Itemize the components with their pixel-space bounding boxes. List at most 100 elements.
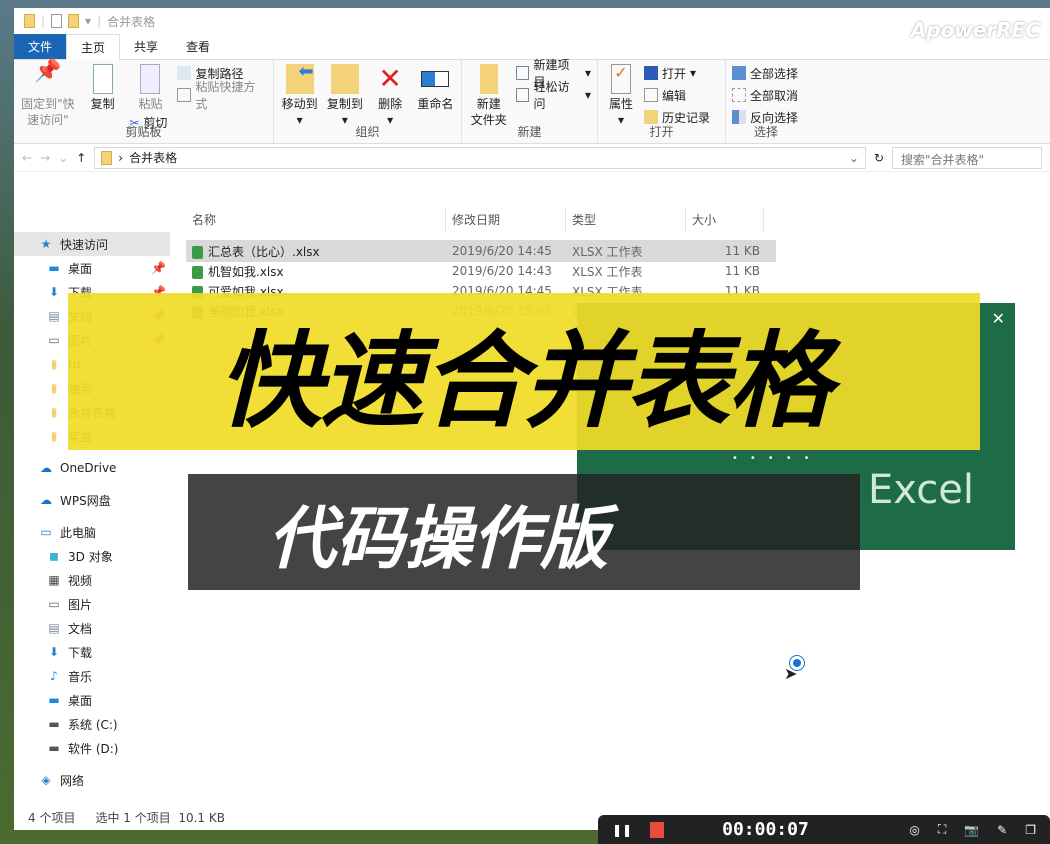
video-icon: ▦ bbox=[48, 573, 60, 587]
select-group-label: 选择 bbox=[753, 125, 778, 139]
pin-icon: 📌 bbox=[34, 59, 62, 84]
sidebar-item[interactable]: ★ 快速访问 bbox=[14, 232, 170, 256]
clipboard-group-label: 剪贴板 bbox=[125, 125, 162, 139]
address-bar[interactable]: › 合并表格 ⌄ bbox=[94, 146, 866, 169]
file-row[interactable]: 汇总表（比心）.xlsx 2019/6/20 14:45 XLSX 工作表 11 KB bbox=[186, 240, 776, 262]
quick-access-dropdown-icon[interactable]: ▾ bbox=[85, 14, 91, 28]
window-icon[interactable]: ❐ bbox=[1025, 823, 1036, 837]
close-icon[interactable]: ✕ bbox=[992, 309, 1005, 328]
open-button[interactable]: 打开 ▾ bbox=[644, 64, 710, 82]
easy-access-button[interactable]: 轻松访问 ▾ bbox=[515, 80, 591, 111]
window-title: 合并表格 bbox=[107, 14, 156, 29]
new-folder-icon[interactable] bbox=[68, 14, 80, 28]
sidebar-item[interactable]: ◼ 3D 对象 bbox=[14, 544, 170, 568]
sidebar-item-label: 快速访问 bbox=[60, 237, 109, 252]
address-bar-row: ← → ⌄ ↑ › 合并表格 ⌄ ↻ 搜索"合并表格" bbox=[14, 144, 1050, 172]
address-path: 合并表格 bbox=[129, 151, 178, 165]
sidebar-item[interactable]: ▭ 此电脑 bbox=[14, 520, 170, 544]
tab-file[interactable]: 文件 bbox=[14, 34, 67, 59]
sidebar-item-label: 此电脑 bbox=[60, 525, 97, 540]
sidebar-item[interactable]: ▦ 视频 bbox=[14, 568, 170, 592]
sidebar-item-label: 软件 (D:) bbox=[68, 741, 119, 756]
sidebar-item[interactable]: ◈ 网络 bbox=[14, 768, 170, 792]
file-row[interactable]: 机智如我.xlsx 2019/6/20 14:43 XLSX 工作表 11 KB bbox=[186, 260, 776, 282]
fullscreen-icon[interactable]: ⛶ bbox=[938, 822, 946, 837]
download-icon: ⬇ bbox=[48, 645, 60, 659]
folder-icon: ▮ bbox=[50, 381, 58, 395]
sidebar-item[interactable]: ▭ 图片 bbox=[14, 592, 170, 616]
recent-dropdown-icon[interactable]: ⌄ bbox=[58, 151, 68, 165]
sidebar-item-label: 3D 对象 bbox=[68, 549, 113, 564]
sidebar-item[interactable]: ⬇ 下载 bbox=[14, 640, 170, 664]
up-icon[interactable]: ↑ bbox=[76, 151, 86, 165]
sidebar-item-label: 桌面 bbox=[68, 693, 93, 708]
sidebar-item[interactable]: ♪ 音乐 bbox=[14, 664, 170, 688]
stop-icon[interactable] bbox=[650, 821, 665, 838]
star-icon: ★ bbox=[40, 237, 52, 251]
column-size[interactable]: 大小 bbox=[686, 208, 764, 232]
paste-shortcut-button[interactable]: 粘贴快捷方式 bbox=[177, 80, 267, 111]
properties-icon[interactable] bbox=[51, 14, 63, 28]
folder-icon: ▮ bbox=[50, 357, 58, 371]
folder-icon: ▮ bbox=[50, 405, 58, 419]
column-type[interactable]: 类型 bbox=[566, 208, 686, 232]
sidebar-item[interactable]: ☁ WPS网盘 bbox=[14, 488, 170, 512]
cube-icon: ◼ bbox=[49, 549, 59, 563]
search-input[interactable]: 搜索"合并表格" bbox=[892, 146, 1042, 169]
sidebar-item[interactable]: ▬ 桌面 📌 bbox=[14, 256, 170, 280]
music-icon: ♪ bbox=[50, 669, 58, 683]
sidebar-item[interactable]: ▬ 系统 (C:) bbox=[14, 712, 170, 736]
document-icon: ▤ bbox=[48, 309, 60, 323]
edit-button[interactable]: 编辑 bbox=[644, 86, 710, 104]
screenshot-icon[interactable]: 📷 bbox=[964, 823, 979, 837]
computer-icon: ▭ bbox=[40, 525, 52, 539]
pause-icon[interactable]: ❚❚ bbox=[612, 823, 632, 837]
forward-icon[interactable]: → bbox=[40, 151, 50, 165]
column-headers: 名称 修改日期 类型 大小 bbox=[186, 208, 764, 232]
status-bar: 4 个项目 选中 1 个项目 10.1 KB bbox=[28, 809, 225, 826]
file-date: 2019/6/20 14:45 bbox=[452, 244, 552, 258]
properties-icon: ✓ bbox=[611, 64, 631, 94]
item-count: 4 个项目 bbox=[28, 811, 76, 825]
sidebar-item-label: 系统 (C:) bbox=[68, 717, 118, 732]
open-group-label: 打开 bbox=[649, 125, 674, 139]
copy-to-icon bbox=[330, 64, 359, 94]
clipboard-group: 📌 固定到"快速访问" 复制 粘贴 ✂ 剪切 复制路径 粘贴快捷方式 剪贴板 bbox=[14, 60, 274, 143]
move-to-icon: ⬅ bbox=[285, 63, 314, 94]
tab-view[interactable]: 查看 bbox=[172, 34, 224, 59]
picture-icon: ▭ bbox=[48, 333, 60, 347]
title-bar: | ▾ | 合并表格 bbox=[14, 8, 1050, 34]
annotate-pen-icon[interactable]: ✎ bbox=[997, 823, 1007, 837]
copy-icon bbox=[92, 64, 113, 94]
document-icon: ▤ bbox=[48, 621, 60, 635]
organize-group-label: 组织 bbox=[355, 125, 380, 139]
select-all-button[interactable]: 全部选择 bbox=[732, 64, 798, 82]
webcam-icon[interactable]: ◎ bbox=[909, 823, 919, 837]
sidebar-item-label: 文档 bbox=[68, 621, 93, 636]
drive-icon: ▬ bbox=[48, 717, 60, 731]
paste-button[interactable]: 粘贴 bbox=[129, 64, 171, 112]
refresh-icon[interactable]: ↻ bbox=[874, 151, 884, 165]
splash-text: Excel bbox=[868, 467, 974, 513]
column-date[interactable]: 修改日期 bbox=[446, 208, 566, 232]
sidebar-item[interactable]: ▬ 软件 (D:) bbox=[14, 736, 170, 760]
sidebar-item[interactable]: ▤ 文档 bbox=[14, 616, 170, 640]
select-none-button[interactable]: 全部取消 bbox=[732, 86, 798, 104]
sidebar-item[interactable]: ▬ 桌面 bbox=[14, 688, 170, 712]
back-icon[interactable]: ← bbox=[22, 151, 32, 165]
sidebar-item[interactable]: ☁ OneDrive bbox=[14, 456, 170, 480]
cloud-icon: ☁ bbox=[40, 493, 52, 507]
new-group: 新建 文件夹 新建项目 ▾ 轻松访问 ▾ 新建 bbox=[462, 58, 598, 143]
network-icon: ◈ bbox=[41, 773, 51, 787]
sidebar-item-label: 桌面 bbox=[68, 261, 93, 276]
subtitle-banner: 代码操作版 bbox=[188, 474, 860, 590]
chevron-down-icon[interactable]: ⌄ bbox=[849, 151, 859, 165]
column-name[interactable]: 名称 bbox=[186, 208, 446, 232]
tab-share[interactable]: 共享 bbox=[120, 34, 172, 59]
tab-home[interactable]: 主页 bbox=[66, 34, 121, 60]
file-name: 汇总表（比心）.xlsx bbox=[208, 244, 320, 259]
wps-writer-icon bbox=[644, 66, 658, 80]
desktop-icon: ▬ bbox=[48, 693, 60, 707]
apowerrec-watermark: ApowerREC bbox=[910, 18, 1040, 42]
mouse-cursor: ➤ bbox=[784, 656, 804, 683]
